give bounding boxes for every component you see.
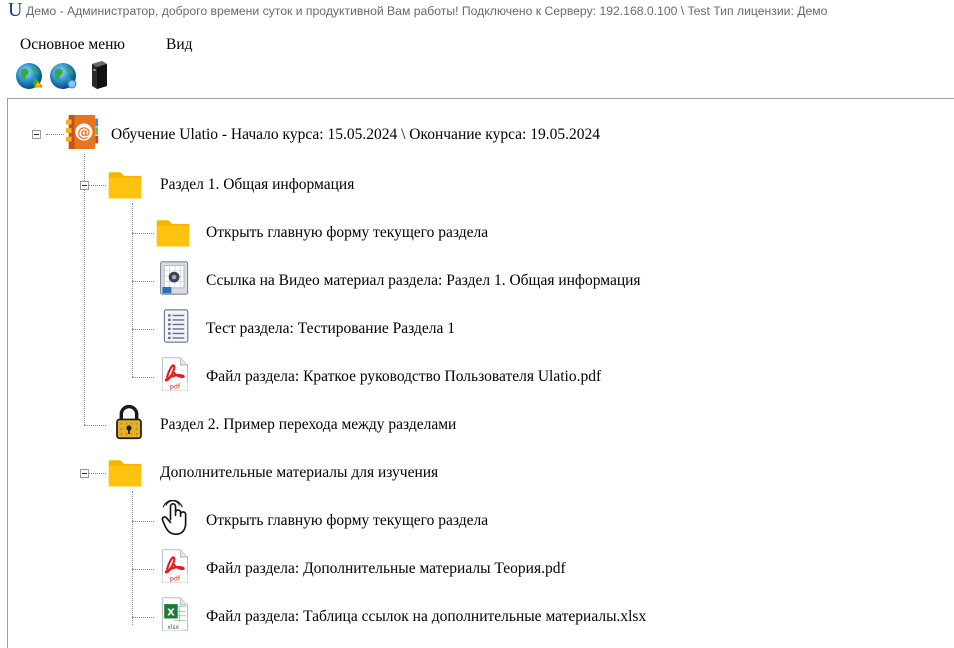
tree-root-label: Обучение Ulatio - Начало курса: 15.05.20… <box>111 126 600 143</box>
svg-text:xlsx: xlsx <box>167 625 179 631</box>
tree-section-1-label: Раздел 1. Общая информация <box>160 176 355 193</box>
folder-icon <box>156 220 190 247</box>
test-list-icon <box>163 309 189 343</box>
menu-main[interactable]: Основное меню <box>20 36 125 53</box>
title-bar: U Демо - Администратор, доброго времени … <box>0 0 954 22</box>
window-title: Демо - Администратор, доброго времени су… <box>26 4 828 18</box>
folder-icon <box>108 460 142 487</box>
tree-item-label: Файл раздела: Краткое руководство Пользо… <box>206 368 602 385</box>
excel-icon: X xlsx <box>161 597 189 631</box>
tree-item-label: Файл раздела: Таблица ссылок на дополнит… <box>206 608 647 625</box>
tree-item-label: Открыть главную форму текущего раздела <box>206 224 489 241</box>
menu-bar: Основное меню Вид <box>0 30 954 54</box>
address-book-icon: @ <box>65 114 99 150</box>
app-logo: U <box>8 0 23 21</box>
connect-button[interactable] <box>14 59 44 91</box>
toolbar <box>14 59 214 91</box>
tree-item-label: Файл раздела: Дополнительные материалы Т… <box>206 560 566 577</box>
video-icon <box>160 261 189 295</box>
tree-section-2-label: Раздел 2. Пример перехода между разделам… <box>160 416 457 433</box>
section3-expander[interactable] <box>80 469 89 478</box>
server-button[interactable] <box>86 59 116 91</box>
tree-item-label: Ссылка на Видео материал раздела: Раздел… <box>206 272 641 289</box>
tree-item-label: Тест раздела: Тестирование Раздела 1 <box>206 320 455 337</box>
server-icon <box>92 61 107 89</box>
tree-item-label: Открыть главную форму текущего раздела <box>206 512 489 529</box>
svg-text:X: X <box>167 607 175 618</box>
pdf-icon: pdf <box>161 549 189 583</box>
svg-text:@: @ <box>77 126 90 141</box>
hand-pointer-icon <box>161 500 187 536</box>
globe-down-icon <box>50 63 77 89</box>
menu-view[interactable]: Вид <box>166 36 193 53</box>
svg-text:pdf: pdf <box>170 383 181 390</box>
folder-icon <box>108 172 142 199</box>
root-expander[interactable] <box>32 130 41 139</box>
section1-expander[interactable] <box>80 181 89 190</box>
tree-view[interactable]: @ Обучение Ulatio - Начало курса: 15.05.… <box>7 98 954 648</box>
globe-up-icon <box>16 63 43 89</box>
pdf-icon: pdf <box>161 357 189 391</box>
svg-text:pdf: pdf <box>170 575 181 582</box>
lock-icon <box>116 404 142 440</box>
disconnect-button[interactable] <box>48 59 78 91</box>
tree-section-3-label: Дополнительные материалы для изучения <box>160 464 439 481</box>
